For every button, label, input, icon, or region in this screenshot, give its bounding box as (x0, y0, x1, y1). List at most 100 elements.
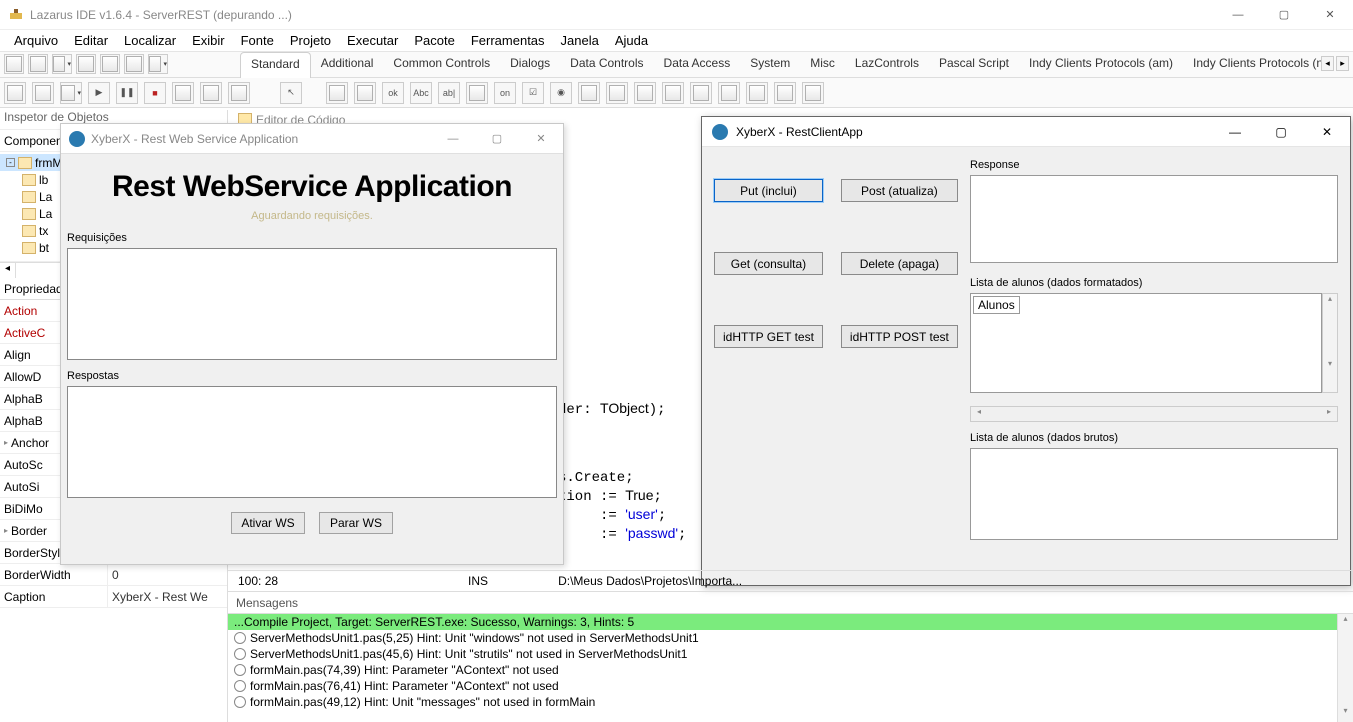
tab-left-arrow-icon[interactable]: ◂ (1321, 56, 1334, 71)
step-out-icon[interactable] (228, 82, 250, 104)
close-button[interactable]: ✕ (1304, 117, 1350, 147)
component-mainmenu-icon[interactable] (326, 82, 348, 104)
component-tab[interactable]: Dialogs (500, 52, 560, 78)
component-combobox-icon[interactable] (606, 82, 628, 104)
alunos-treeview[interactable]: Alunos (970, 293, 1322, 393)
component-tab[interactable]: Indy Clients Protocols (nz) (1183, 52, 1343, 78)
component-togglebox-icon[interactable]: on (494, 82, 516, 104)
menu-pacote[interactable]: Pacote (406, 30, 462, 51)
response-memo[interactable] (970, 175, 1338, 263)
close-button[interactable]: ✕ (1307, 0, 1353, 30)
menu-janela[interactable]: Janela (553, 30, 607, 51)
delete-button[interactable]: Delete (apaga) (841, 252, 958, 275)
messages-vscroll[interactable]: ▴▾ (1337, 614, 1353, 722)
tree-vscroll[interactable]: ▴▾ (1322, 293, 1338, 393)
menu-arquivo[interactable]: Arquivo (6, 30, 66, 51)
messages-tab[interactable]: Mensagens (228, 592, 1353, 614)
tree-hscroll[interactable]: ◂▸ (970, 406, 1338, 422)
new-unit-icon[interactable] (4, 54, 24, 74)
close-button[interactable]: ✕ (519, 125, 563, 153)
menu-executar[interactable]: Executar (339, 30, 406, 51)
component-tab[interactable]: Indy Clients Protocols (am) (1019, 52, 1183, 78)
property-row[interactable]: BorderWidth0 (0, 564, 227, 586)
pause-icon[interactable]: ❚❚ (116, 82, 138, 104)
component-tab[interactable]: Common Controls (383, 52, 500, 78)
app-icon (69, 131, 85, 147)
run-icon[interactable]: ▶ (88, 82, 110, 104)
post-button[interactable]: Post (atualiza) (841, 179, 958, 202)
component-listbox-icon[interactable] (578, 82, 600, 104)
component-edit-icon[interactable]: ab| (438, 82, 460, 104)
new-form-icon[interactable] (28, 54, 48, 74)
step-over-icon[interactable] (172, 82, 194, 104)
minimize-button[interactable]: ― (1212, 117, 1258, 147)
scroll-left-icon[interactable]: ◂ (0, 263, 16, 278)
property-row[interactable]: CaptionXyberX - Rest We (0, 586, 227, 608)
respostas-listbox[interactable] (67, 386, 557, 498)
component-tab[interactable]: System (740, 52, 800, 78)
component-checkbox-icon[interactable]: ☑ (522, 82, 544, 104)
menu-fonte[interactable]: Fonte (233, 30, 282, 51)
view-units-icon[interactable]: ▾ (148, 54, 168, 74)
menu-exibir[interactable]: Exibir (184, 30, 233, 51)
minimize-button[interactable]: ― (431, 125, 475, 153)
component-label-icon[interactable]: Abc (410, 82, 432, 104)
component-checkgroup-icon[interactable] (718, 82, 740, 104)
requisicoes-listbox[interactable] (67, 248, 557, 360)
rest-webservice-window: XyberX - Rest Web Service Application ― … (60, 123, 564, 565)
component-tab[interactable]: Pascal Script (929, 52, 1019, 78)
stop-icon[interactable]: ■ (144, 82, 166, 104)
build-mode-icon[interactable]: ▾ (60, 82, 82, 104)
raw-memo[interactable] (970, 448, 1338, 540)
tree-root-node[interactable]: Alunos (973, 296, 1020, 314)
component-scrollbar-icon[interactable] (634, 82, 656, 104)
idhttp-post-button[interactable]: idHTTP POST test (841, 325, 958, 348)
message-row[interactable]: formMain.pas(49,12) Hint: Unit "messages… (228, 694, 1353, 710)
component-tab[interactable]: Standard (240, 52, 311, 78)
message-row[interactable]: ServerMethodsUnit1.pas(5,25) Hint: Unit … (228, 630, 1353, 646)
menu-editar[interactable]: Editar (66, 30, 116, 51)
component-frame-icon[interactable] (774, 82, 796, 104)
ativar-ws-button[interactable]: Ativar WS (231, 512, 305, 534)
message-row[interactable]: ...Compile Project, Target: ServerREST.e… (228, 614, 1353, 630)
selection-tool-icon[interactable]: ↖ (280, 82, 302, 104)
messages-list[interactable]: ...Compile Project, Target: ServerREST.e… (228, 614, 1353, 722)
message-row[interactable]: formMain.pas(74,39) Hint: Parameter "ACo… (228, 662, 1353, 678)
raw-list-label: Lista de alunos (dados brutos) (970, 432, 1338, 444)
step-into-icon[interactable] (200, 82, 222, 104)
component-memo-icon[interactable] (466, 82, 488, 104)
component-groupbox-icon[interactable] (662, 82, 684, 104)
component-popupmenu-icon[interactable] (354, 82, 376, 104)
save-icon[interactable] (76, 54, 96, 74)
message-row[interactable]: formMain.pas(76,41) Hint: Parameter "ACo… (228, 678, 1353, 694)
maximize-button[interactable]: ▢ (1261, 0, 1307, 30)
menu-ferramentas[interactable]: Ferramentas (463, 30, 553, 51)
minimize-button[interactable]: ― (1215, 0, 1261, 30)
put-button[interactable]: Put (inclui) (714, 179, 823, 202)
view-forms-icon[interactable] (4, 82, 26, 104)
component-actionlist-icon[interactable] (802, 82, 824, 104)
open-icon[interactable]: ▾ (52, 54, 72, 74)
component-tab[interactable]: LazControls (845, 52, 929, 78)
maximize-button[interactable]: ▢ (1258, 117, 1304, 147)
component-tab[interactable]: Data Controls (560, 52, 653, 78)
toggle-form-icon[interactable] (124, 54, 144, 74)
parar-ws-button[interactable]: Parar WS (319, 512, 393, 534)
view-units-list-icon[interactable] (32, 82, 54, 104)
get-button[interactable]: Get (consulta) (714, 252, 823, 275)
component-tab[interactable]: Additional (311, 52, 384, 78)
menu-localizar[interactable]: Localizar (116, 30, 184, 51)
idhttp-get-button[interactable]: idHTTP GET test (714, 325, 823, 348)
component-panel-icon[interactable] (746, 82, 768, 104)
maximize-button[interactable]: ▢ (475, 125, 519, 153)
menu-projeto[interactable]: Projeto (282, 30, 339, 51)
save-all-icon[interactable] (100, 54, 120, 74)
tab-right-arrow-icon[interactable]: ▸ (1336, 56, 1349, 71)
menu-ajuda[interactable]: Ajuda (607, 30, 656, 51)
component-tab[interactable]: Misc (800, 52, 845, 78)
component-button-icon[interactable]: ok (382, 82, 404, 104)
component-tab[interactable]: Data Access (654, 52, 741, 78)
component-radiogroup-icon[interactable] (690, 82, 712, 104)
message-row[interactable]: ServerMethodsUnit1.pas(45,6) Hint: Unit … (228, 646, 1353, 662)
component-radio-icon[interactable]: ◉ (550, 82, 572, 104)
